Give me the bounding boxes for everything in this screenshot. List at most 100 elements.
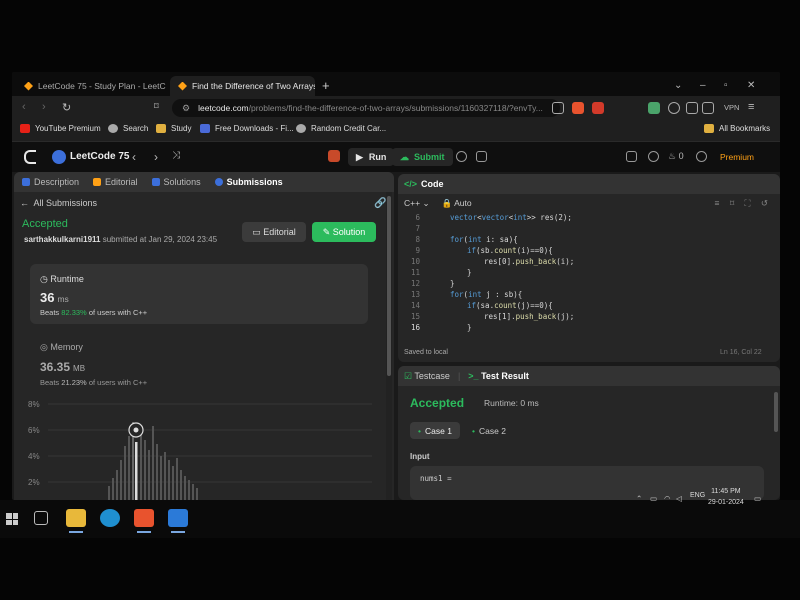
streak-counter[interactable]: ♨ 0: [668, 151, 684, 162]
distribution-bars: [108, 422, 198, 500]
memory-heading[interactable]: ◎ Memory: [40, 342, 83, 353]
notifications-icon[interactable]: ▭: [754, 494, 761, 503]
layout-icon[interactable]: [626, 151, 637, 162]
system-clock[interactable]: 11:45 PM 29-01-2024: [708, 486, 744, 508]
share-icon[interactable]: [552, 102, 564, 114]
tab-editorial[interactable]: Editorial: [93, 177, 138, 187]
code-line[interactable]: 14 if(sa.count(j)==0){: [398, 300, 768, 311]
runtime-label: Runtime: [50, 274, 84, 284]
tab-search-icon[interactable]: ⌄: [674, 80, 682, 91]
prev-problem-icon[interactable]: ‹: [132, 150, 136, 164]
tab-find-difference[interactable]: Find the Difference of Two Arrays ×: [170, 76, 315, 96]
left-scrollbar[interactable]: [386, 192, 392, 500]
test-panel-tabs: ☑ Testcase | >_ Test Result: [398, 366, 780, 386]
code-text: for(int j : sb){: [450, 290, 523, 299]
new-tab-button[interactable]: +: [322, 79, 330, 92]
maximize-icon[interactable]: ▫: [724, 80, 728, 91]
tray-chevron-icon[interactable]: ⌃: [636, 494, 642, 503]
code-line[interactable]: 15 res[1].push_back(j);: [398, 311, 768, 322]
submit-button[interactable]: ☁ Submit: [392, 148, 453, 166]
debug-icon[interactable]: [328, 150, 340, 162]
bookmark-label: Free Downloads - Fi...: [215, 124, 294, 133]
tab-test-result[interactable]: >_ Test Result: [468, 371, 529, 381]
code-line[interactable]: 12}: [398, 278, 768, 289]
username[interactable]: sarthakkulkarni1911: [24, 235, 101, 244]
code-line[interactable]: 8 for(int i: sa){: [398, 234, 768, 245]
sidebar-icon[interactable]: [686, 102, 698, 114]
code-line[interactable]: 7: [398, 223, 768, 234]
file-explorer-icon[interactable]: [66, 509, 86, 533]
settings-icon[interactable]: [648, 151, 659, 162]
code-line[interactable]: 11}: [398, 267, 768, 278]
bookmark-page-icon[interactable]: ⌑: [154, 101, 159, 112]
play-icon: ▶: [356, 151, 363, 162]
bookmark-random-credit[interactable]: Random Credit Car...: [296, 124, 386, 133]
book-icon: ▭: [252, 226, 261, 237]
bookmark-youtube[interactable]: YouTube Premium: [20, 124, 101, 133]
mode-value: Auto: [454, 197, 472, 208]
code-line[interactable]: 6 vector<vector<int>> res(2);: [398, 212, 768, 223]
runtime-card[interactable]: ◷ Runtime 36 ms Beats 82.33% of users wit…: [30, 264, 368, 324]
vscode-icon[interactable]: [168, 509, 188, 533]
url-field[interactable]: ⚙ leetcode.com /problems/find-the-differ…: [172, 99, 560, 117]
solution-button[interactable]: ✎ Solution: [312, 222, 376, 242]
extensions-puzzle-icon[interactable]: [668, 102, 680, 114]
study-plan-title[interactable]: LeetCode 75: [70, 151, 129, 162]
leetcode-logo-icon[interactable]: [24, 150, 36, 164]
timer-icon[interactable]: [456, 151, 467, 162]
volume-icon[interactable]: ◁: [676, 494, 682, 503]
editorial-button[interactable]: ▭ Editorial: [242, 222, 306, 242]
runtime-distribution-chart[interactable]: 8% 6% 4% 2%: [28, 396, 374, 500]
notes-icon[interactable]: [476, 151, 487, 162]
minimize-icon[interactable]: –: [700, 80, 706, 91]
tab-study-plan[interactable]: LeetCode 75 - Study Plan - LeetCode: [16, 76, 166, 96]
code-line[interactable]: 10 res[0].push_back(i);: [398, 256, 768, 267]
tab-submissions[interactable]: Submissions: [214, 177, 283, 187]
forward-icon[interactable]: ›: [42, 101, 46, 113]
all-bookmarks[interactable]: All Bookmarks: [704, 124, 770, 133]
close-window-icon[interactable]: ✕: [747, 80, 755, 91]
tab-solutions[interactable]: Solutions: [151, 177, 201, 187]
wallet-icon[interactable]: [702, 102, 714, 114]
shuffle-icon[interactable]: ⤨: [172, 150, 180, 161]
code-line[interactable]: 16}: [398, 322, 768, 333]
battery-icon[interactable]: ▭: [650, 494, 657, 503]
case-1-tab[interactable]: • Case 1: [410, 422, 460, 439]
windows-start-icon[interactable]: [6, 513, 18, 525]
edge-icon[interactable]: [100, 509, 120, 527]
run-button[interactable]: ▶ Run: [348, 148, 395, 166]
tab-description[interactable]: Description: [22, 177, 79, 187]
input-language[interactable]: ENG: [690, 492, 705, 499]
clock-date: 29-01-2024: [708, 499, 744, 506]
language-select[interactable]: C++ ⌄: [404, 198, 430, 209]
tab-testcase[interactable]: ☑ Testcase: [404, 371, 450, 382]
bookmark-search[interactable]: Search: [108, 124, 148, 133]
code-line[interactable]: 13 for(int j : sb){: [398, 289, 768, 300]
task-view-icon[interactable]: [34, 511, 48, 525]
brave-browser-icon[interactable]: [134, 509, 154, 533]
site-settings-icon[interactable]: ⚙: [182, 103, 190, 114]
share-link-icon[interactable]: 🔗: [374, 198, 386, 209]
cursor-position: Ln 16, Col 22: [720, 349, 762, 356]
code-line[interactable]: 9 if(sb.count(i)==0){: [398, 245, 768, 256]
case-2-tab[interactable]: • Case 2: [472, 422, 506, 439]
editor-actions[interactable]: ≡ ⌑ ⛶ ↺: [715, 198, 772, 209]
next-problem-icon[interactable]: ›: [154, 150, 158, 164]
reload-icon[interactable]: ↻: [62, 101, 71, 114]
bookmark-free-downloads[interactable]: Free Downloads - Fi...: [200, 124, 294, 133]
menu-icon[interactable]: ≡: [748, 101, 754, 113]
autocomplete-toggle[interactable]: 🔒 Auto: [442, 198, 472, 209]
brave-rewards-icon[interactable]: [592, 102, 604, 114]
brave-shields-icon[interactable]: [572, 102, 584, 114]
all-submissions-link[interactable]: ← All Submissions: [20, 198, 97, 208]
code-text: if(sa.count(j)==0){: [467, 301, 553, 310]
wifi-icon[interactable]: ◠: [664, 494, 671, 503]
vpn-button[interactable]: VPN: [724, 103, 739, 112]
avatar[interactable]: [696, 151, 707, 162]
premium-link[interactable]: Premium: [720, 152, 754, 162]
back-icon[interactable]: ‹: [22, 101, 26, 113]
test-scrollbar[interactable]: [774, 388, 779, 498]
extension-icon[interactable]: [648, 102, 660, 114]
bookmark-study[interactable]: Study: [156, 124, 191, 133]
code-area[interactable]: 6 vector<vector<int>> res(2); 7 8 for(int i:…: [398, 212, 780, 332]
